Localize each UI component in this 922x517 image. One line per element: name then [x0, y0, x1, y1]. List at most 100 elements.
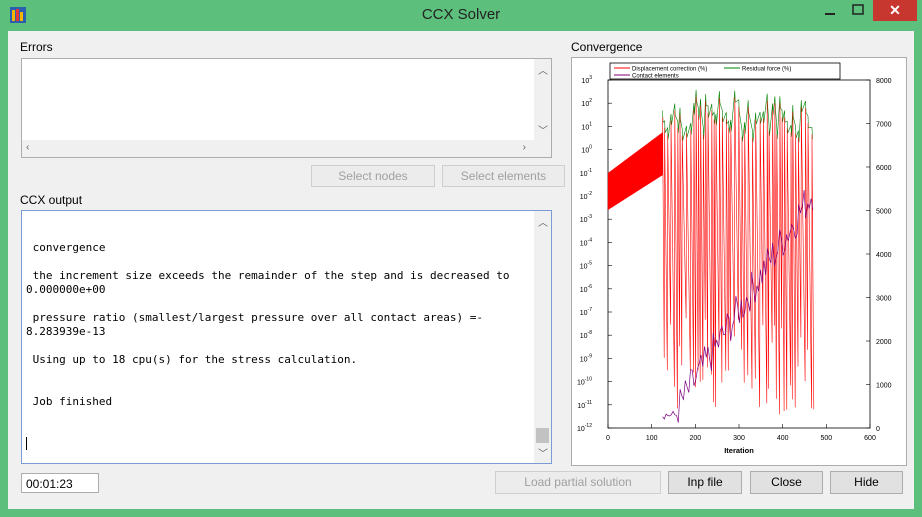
scroll-down-icon[interactable]: ﹀	[538, 122, 548, 137]
load-partial-solution-button[interactable]: Load partial solution	[495, 471, 661, 494]
y-left-tick-label: 10-2	[580, 191, 592, 201]
legend-entry: Contact elements	[632, 74, 679, 80]
y-left-tick-label: 10-3	[580, 214, 592, 224]
output-line: the increment size exceeds the remainder…	[26, 269, 510, 282]
output-line: pressure ratio (smallest/largest pressur…	[26, 311, 483, 324]
output-vscroll[interactable]: ︿ ﹀	[534, 211, 551, 463]
y-left-tick-exponent: -12	[585, 423, 592, 429]
window-title: CCX Solver	[421, 6, 501, 23]
y-left-tick-label: 10-11	[577, 400, 592, 410]
y-left-tick-exponent: 1	[589, 121, 592, 127]
close-button[interactable]: Close	[750, 471, 823, 494]
convergence-chart-svg: Displacement correction (%) Residual forc…	[577, 62, 892, 455]
x-axis-label: Iteration	[724, 446, 754, 455]
y-left-tick-label: 10-7	[580, 307, 592, 317]
output-line: 8.283939e-13	[26, 325, 106, 338]
scroll-right-icon[interactable]: ›	[523, 142, 526, 153]
ccx-output-box[interactable]: convergence the increment size exceeds t…	[21, 210, 552, 464]
output-line: Using up to 18 cpu(s) for the stress cal…	[26, 353, 358, 366]
y-left-tick-label: 100	[581, 145, 592, 155]
solver-window: CCX Solver ✕ Errors ︿ ﹀ ‹ › Select nodes…	[0, 0, 922, 517]
y-right-tick-label: 5000	[876, 209, 892, 216]
y-right-tick-label: 0	[876, 426, 880, 433]
y-left-tick-exponent: -6	[588, 284, 593, 290]
x-tick-label: 600	[864, 435, 876, 442]
y-left-tick-label: 10-10	[577, 377, 592, 387]
y-left-tick-label: 101	[581, 121, 592, 131]
y-left-tick-exponent: -9	[588, 353, 593, 359]
y-left-tick-exponent: -11	[585, 400, 592, 406]
y-right-tick-label: 6000	[876, 165, 892, 172]
y-left-tick-exponent: -4	[588, 237, 593, 243]
y-left-tick-exponent: 2	[589, 98, 592, 104]
x-tick-label: 0	[606, 435, 610, 442]
y-left-tick-exponent: -10	[585, 377, 592, 383]
y-left-tick-label: 102	[581, 98, 592, 108]
y-left-tick-label: 103	[581, 75, 592, 85]
maximize-icon[interactable]	[846, 0, 870, 22]
y-right-tick-label: 4000	[876, 252, 892, 259]
convergence-label: Convergence	[571, 40, 643, 54]
errors-vscroll[interactable]: ︿ ﹀	[534, 59, 551, 157]
x-tick-label: 400	[777, 435, 789, 442]
errors-hscroll[interactable]: ‹ ›	[22, 140, 534, 157]
y-left-tick-label: 10-1	[580, 168, 592, 178]
y-left-tick-label: 10-6	[580, 284, 592, 294]
minimize-icon[interactable]	[818, 0, 842, 22]
scroll-thumb[interactable]	[536, 428, 549, 443]
select-elements-button[interactable]: Select elements	[442, 165, 565, 187]
convergence-chart: Displacement correction (%) Residual forc…	[571, 57, 907, 466]
y-left-tick-exponent: -7	[588, 307, 593, 313]
y-left-tick-label: 10-4	[580, 237, 592, 247]
client-area: Errors ︿ ﹀ ‹ › Select nodes Select eleme…	[8, 31, 914, 509]
y-right-tick-label: 3000	[876, 296, 892, 303]
scroll-down-icon[interactable]: ﹀	[538, 445, 548, 460]
scroll-up-icon[interactable]: ︿	[538, 214, 548, 229]
elapsed-timer: 00:01:23	[21, 473, 99, 493]
y-right-tick-label: 8000	[876, 78, 892, 85]
y-left-tick-exponent: 3	[589, 75, 592, 81]
y-left-tick-exponent: 0	[589, 145, 592, 151]
y-left-tick-exponent: -8	[588, 330, 593, 336]
legend-entry: Residual force (%)	[742, 67, 791, 73]
legend-entry: Displacement correction (%)	[632, 67, 707, 73]
y-left-tick-exponent: -3	[588, 214, 593, 220]
ccx-output-text: convergence the increment size exceeds t…	[26, 227, 546, 409]
output-line: 0.000000e+00	[26, 283, 106, 296]
x-tick-label: 100	[646, 435, 658, 442]
scroll-left-icon[interactable]: ‹	[26, 142, 29, 153]
y-left-tick-label: 10-12	[577, 423, 592, 433]
y-right-tick-label: 1000	[876, 383, 892, 390]
errors-label: Errors	[20, 40, 53, 54]
y-left-tick-label: 10-8	[580, 330, 592, 340]
series-displacement-correction	[662, 96, 815, 415]
output-line: Job finished	[26, 395, 113, 408]
x-tick-label: 500	[820, 435, 832, 442]
y-left-tick-exponent: -2	[588, 191, 593, 197]
x-tick-label: 200	[689, 435, 701, 442]
series-displacement-early	[607, 132, 664, 210]
y-left-tick-exponent: -1	[588, 168, 593, 174]
output-line: convergence	[26, 241, 106, 254]
select-nodes-button[interactable]: Select nodes	[311, 165, 435, 187]
x-tick-label: 300	[733, 435, 745, 442]
output-label: CCX output	[20, 193, 83, 207]
errors-box[interactable]: ︿ ﹀ ‹ ›	[21, 58, 552, 158]
y-left-tick-exponent: -5	[588, 261, 593, 267]
y-left-tick-label: 10-9	[580, 353, 592, 363]
y-left-tick-label: 10-5	[580, 261, 592, 271]
series-contact-elements	[662, 189, 814, 423]
inp-file-button[interactable]: Inp file	[668, 471, 742, 494]
y-right-tick-label: 2000	[876, 339, 892, 346]
series-residual-force	[662, 89, 813, 143]
title-bar[interactable]: CCX Solver ✕	[0, 0, 922, 30]
scroll-up-icon[interactable]: ︿	[538, 62, 548, 77]
close-window-icon[interactable]: ✕	[873, 0, 917, 21]
hide-button[interactable]: Hide	[830, 471, 903, 494]
text-caret	[26, 437, 27, 450]
